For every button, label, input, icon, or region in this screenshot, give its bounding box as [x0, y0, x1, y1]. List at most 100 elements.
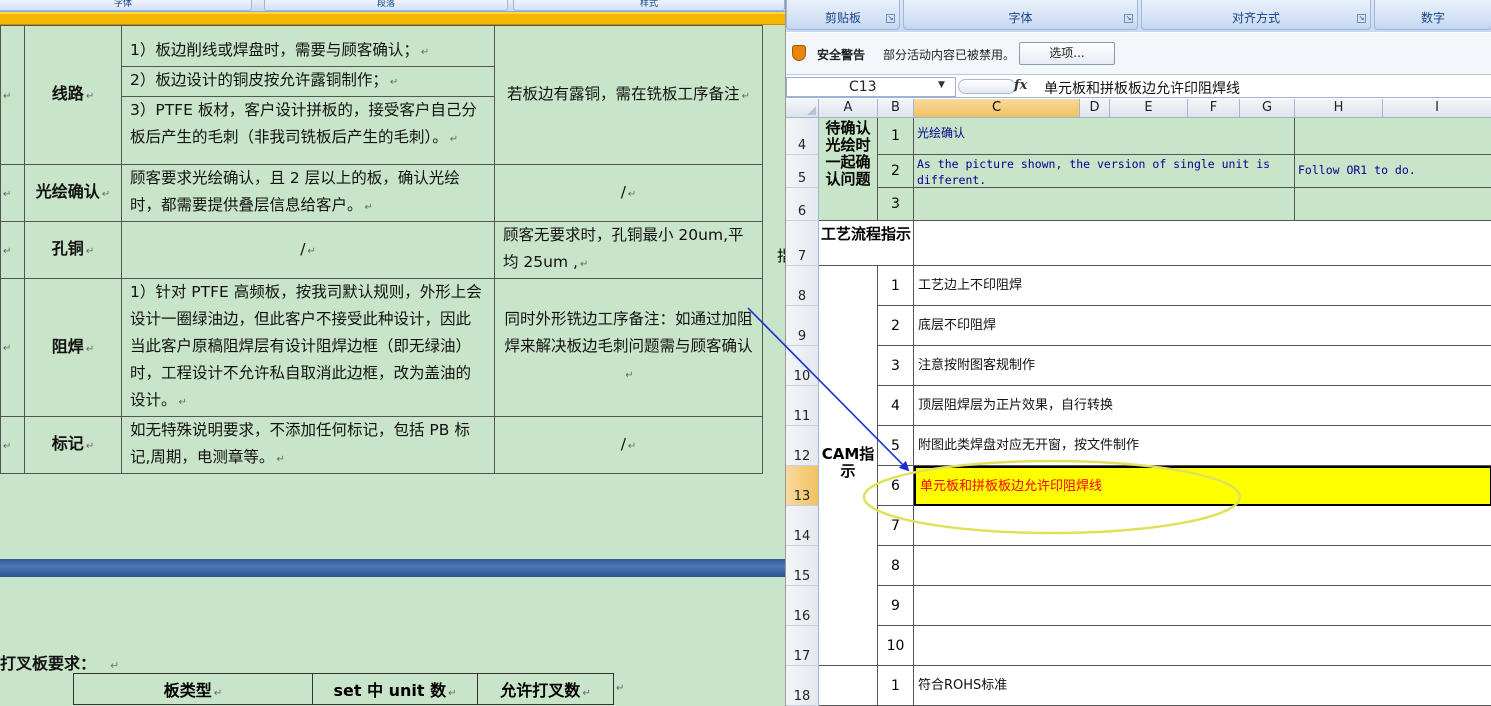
- cell-empty[interactable]: [914, 188, 1295, 221]
- cell-empty[interactable]: [914, 626, 1491, 666]
- dialog-launcher-icon[interactable]: ↘: [1124, 14, 1133, 23]
- column-header-f[interactable]: F: [1188, 99, 1240, 118]
- row-label-circuit[interactable]: 线路 ↵: [24, 25, 122, 165]
- insert-function-icon[interactable]: fx: [1014, 78, 1027, 93]
- paragraph-mark: ↵: [627, 440, 637, 452]
- cell-cam-instruction[interactable]: 顶层阻焊层为正片效果，自行转换: [914, 386, 1491, 426]
- column-header-h[interactable]: H: [1295, 99, 1383, 118]
- cell-cam-instruction[interactable]: 底层不印阻焊: [914, 306, 1491, 346]
- row-header[interactable]: 15: [786, 546, 819, 586]
- cell-cam-instruction[interactable]: 工艺边上不印阻焊: [914, 266, 1491, 306]
- cell-index[interactable]: 8: [878, 546, 914, 586]
- ribbon-group-clipboard[interactable]: 剪贴板 ↘: [786, 0, 900, 30]
- row-header[interactable]: 12: [786, 426, 819, 466]
- header-board-type[interactable]: 板类型 ↵: [73, 673, 313, 705]
- column-header-d[interactable]: D: [1080, 99, 1110, 118]
- column-header-a[interactable]: A: [819, 99, 878, 118]
- dialog-launcher-icon[interactable]: ↘: [886, 14, 895, 23]
- row-header[interactable]: 7: [786, 221, 819, 266]
- cell-empty[interactable]: [914, 221, 1491, 266]
- cell-cam-instruction[interactable]: 附图此类焊盘对应无开窗，按文件制作: [914, 426, 1491, 466]
- row-content-marking[interactable]: 如无特殊说明要求，不添加任何标记，包括 PB 标记,周期，电测章等。 ↵: [121, 416, 495, 474]
- row-header[interactable]: 18: [786, 666, 819, 706]
- name-box[interactable]: C13: [786, 77, 956, 97]
- cell-picture-shown-note[interactable]: As the picture shown, the version of sin…: [914, 155, 1295, 188]
- cell-index[interactable]: 4: [878, 386, 914, 426]
- cell-index[interactable]: 3: [878, 188, 914, 221]
- word-caption: 打叉板要求： ↵: [0, 650, 119, 674]
- cell-empty[interactable]: [914, 506, 1491, 546]
- cell-index[interactable]: 1: [878, 266, 914, 306]
- cell-index[interactable]: 6: [878, 466, 914, 506]
- row-content-circuit[interactable]: 1）板边削线或焊盘时，需要与顾客确认； ↵ 2）板边设计的铜皮按允许露铜制作； ↵ …: [121, 25, 495, 165]
- cell-index[interactable]: 9: [878, 586, 914, 626]
- section-title-process-flow[interactable]: 工艺流程指示: [819, 221, 914, 266]
- section-title-cam[interactable]: CAM指示: [819, 266, 878, 666]
- row-note-solder-mask[interactable]: 同时外形铣边工序备注：如通过加阻焊来解决板边毛刺问题需与顾客确认 ↵: [494, 278, 763, 417]
- row-content-solder-mask[interactable]: 1）针对 PTFE 高频板，按我司默认规则，外形上会设计一圈绿油边，但此客户不接…: [121, 278, 495, 417]
- column-header-c[interactable]: C: [914, 99, 1080, 118]
- cell-empty[interactable]: [914, 586, 1491, 626]
- cell-index[interactable]: 2: [878, 306, 914, 346]
- cell-cam-instruction[interactable]: 注意按附图客规制作: [914, 346, 1491, 386]
- row-content-hole-copper[interactable]: / ↵: [121, 221, 495, 279]
- row-note-marking[interactable]: / ↵: [494, 416, 763, 474]
- row-header[interactable]: 4: [786, 118, 819, 155]
- row-header-selected[interactable]: 13: [786, 466, 819, 506]
- row-header[interactable]: 10: [786, 346, 819, 386]
- row-header[interactable]: 9: [786, 306, 819, 346]
- header-allowed-cross[interactable]: 允许打叉数 ↵: [477, 673, 614, 705]
- cell-index[interactable]: 1: [878, 666, 914, 706]
- column-header-g[interactable]: G: [1240, 99, 1295, 118]
- cell-empty[interactable]: [819, 666, 878, 706]
- row-label-photoplot[interactable]: 光绘确认 ↵: [24, 164, 122, 222]
- column-header-b[interactable]: B: [878, 99, 914, 118]
- formula-input[interactable]: 单元板和拼板板边允许印阻焊线: [1044, 78, 1240, 98]
- ribbon-group-number[interactable]: 数字: [1374, 0, 1491, 30]
- row-header[interactable]: 17: [786, 626, 819, 666]
- cell-rohs[interactable]: 符合ROHS标准: [914, 666, 1491, 706]
- word-ribbon-font-group[interactable]: 字体: [0, 0, 252, 11]
- cell-empty[interactable]: [914, 546, 1491, 586]
- cell-follow-note[interactable]: Follow OR1 to do.: [1295, 155, 1491, 188]
- column-letter: H: [1333, 100, 1344, 115]
- column-header-e[interactable]: E: [1110, 99, 1188, 118]
- cell-c13-selected[interactable]: 单元板和拼板板边允许印阻焊线: [914, 466, 1491, 506]
- cell-index[interactable]: 1: [878, 118, 914, 155]
- row-header[interactable]: 6: [786, 188, 819, 221]
- item-text: 如无特殊说明要求，不添加任何标记，包括 PB 标记,周期，电测章等。: [130, 421, 470, 466]
- cell-index[interactable]: 7: [878, 506, 914, 546]
- row-label-hole-copper[interactable]: 孔铜 ↵: [24, 221, 122, 279]
- row-note-photoplot[interactable]: / ↵: [494, 164, 763, 222]
- cell-index[interactable]: 3: [878, 346, 914, 386]
- row-header[interactable]: 16: [786, 586, 819, 626]
- word-ribbon-paragraph-group[interactable]: 段落: [264, 0, 508, 11]
- row-content-photoplot[interactable]: 顾客要求光绘确认，且 2 层以上的板，确认光绘时，都需要提供叠层信息给客户。 ↵: [121, 164, 495, 222]
- section-title-pending-confirm[interactable]: 待确认光绘时一起确认问题: [819, 118, 878, 221]
- cell-empty[interactable]: [1295, 118, 1491, 155]
- cell-index[interactable]: 2: [878, 155, 914, 188]
- row-label-marking[interactable]: 标记 ↵: [24, 416, 122, 474]
- row-header[interactable]: 8: [786, 266, 819, 306]
- word-ribbon-styles-group[interactable]: 样式: [513, 0, 785, 11]
- row-header[interactable]: 5: [786, 155, 819, 188]
- row-header[interactable]: 11: [786, 386, 819, 426]
- row-header[interactable]: 14: [786, 506, 819, 546]
- header-unit-count[interactable]: set 中 unit 数 ↵: [312, 673, 478, 705]
- cell-photoplot-confirm[interactable]: 光绘确认: [914, 118, 1295, 155]
- dialog-launcher-icon[interactable]: ↘: [1357, 14, 1366, 23]
- cell-empty[interactable]: [1295, 188, 1491, 221]
- cell-index[interactable]: 5: [878, 426, 914, 466]
- paragraph-mark: ↵: [3, 188, 12, 200]
- ribbon-group-font[interactable]: 字体 ↘: [903, 0, 1138, 30]
- cell-index[interactable]: 10: [878, 626, 914, 666]
- chevron-down-icon[interactable]: ▼: [938, 80, 945, 90]
- formula-bar-zoom-control[interactable]: [958, 79, 1016, 94]
- column-header-i[interactable]: I: [1383, 99, 1491, 118]
- row-label-solder-mask[interactable]: 阻焊 ↵: [24, 278, 122, 417]
- ribbon-group-alignment[interactable]: 对齐方式 ↘: [1141, 0, 1371, 30]
- row-note-hole-copper[interactable]: 顾客无要求时，孔铜最小 20um,平均 25um , ↵: [494, 221, 763, 279]
- select-all-corner[interactable]: [786, 99, 819, 118]
- row-note-circuit[interactable]: 若板边有露铜，需在铣板工序备注 ↵: [494, 25, 763, 165]
- security-options-button[interactable]: 选项...: [1019, 42, 1115, 65]
